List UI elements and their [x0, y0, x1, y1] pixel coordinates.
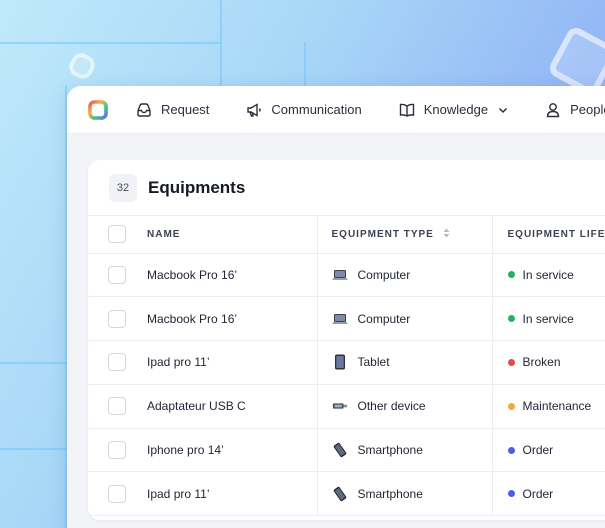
column-header-type[interactable]: EQUIPMENT TYPE [316, 216, 492, 254]
row-select-cell [88, 340, 147, 385]
column-header-label: EQUIPMENT LIFEC [507, 228, 605, 240]
status-label: In service [522, 311, 574, 326]
status-dot [507, 358, 515, 366]
row-checkbox[interactable] [108, 265, 126, 284]
equipment-type: Tablet [357, 355, 390, 370]
status-label: Maintenance [522, 399, 592, 414]
book-icon [398, 101, 416, 119]
row-checkbox[interactable] [108, 441, 126, 460]
equipment-name: Iphone pro 14’ [147, 428, 317, 473]
nav-item-knowledge[interactable]: Knowledge [398, 101, 508, 119]
nav-item-label: Knowledge [423, 102, 489, 117]
row-select-cell [88, 253, 147, 298]
card-header: 32 Equipments [88, 160, 605, 216]
smartphone-icon [332, 486, 348, 502]
equipment-type: Computer [357, 311, 411, 326]
equipment-name: Macbook Pro 16’ [147, 253, 317, 298]
equipments-card: 32 Equipments NAME EQUIPMENT TYPE EQUIPM… [88, 160, 605, 520]
nav-item-label: Communication [271, 102, 362, 117]
bg-grid-line [0, 362, 67, 364]
nav-item-label: People [570, 102, 605, 117]
select-all-checkbox[interactable] [108, 225, 126, 244]
equipment-type-cell: Smartphone [316, 471, 492, 517]
lifecycle-cell: Maintenance [491, 384, 605, 429]
equipment-type: Computer [357, 267, 411, 282]
nav-item-communication[interactable]: Communication [245, 101, 362, 119]
row-select-cell [88, 384, 147, 429]
laptop-icon [332, 311, 348, 327]
select-all-cell [88, 216, 147, 254]
equipment-type-cell: Smartphone [316, 428, 492, 473]
top-navigation: Request Communication Knowledge People [67, 86, 605, 134]
table-header-row: NAME EQUIPMENT TYPE EQUIPMENT LIFEC [88, 216, 605, 254]
row-checkbox[interactable] [108, 309, 126, 328]
column-header-name[interactable]: NAME [147, 216, 317, 254]
row-select-cell [88, 471, 147, 517]
tablet-icon [332, 354, 348, 370]
megaphone-icon [245, 101, 263, 119]
laptop-icon [332, 267, 348, 283]
equipment-type-cell: Computer [316, 296, 492, 342]
table-row[interactable]: Macbook Pro 16’ Computer In service [88, 296, 605, 342]
chevron-down-icon [498, 105, 508, 115]
bg-grid-line [0, 42, 220, 44]
equipment-type-cell: Tablet [316, 340, 492, 385]
status-dot [507, 315, 515, 323]
status-dot [507, 271, 515, 279]
lifecycle-cell: In service [491, 253, 605, 298]
lifecycle-cell: Order [491, 428, 605, 473]
app-window: Request Communication Knowledge People [67, 86, 605, 528]
lifecycle-cell: Order [491, 471, 605, 517]
table-row[interactable]: Macbook Pro 16’ Computer In service [88, 253, 605, 298]
table-row[interactable]: Iphone pro 14’ Smartphone Order [88, 428, 605, 473]
column-header-label: EQUIPMENT TYPE [331, 228, 434, 240]
lifecycle-cell: In service [491, 296, 605, 342]
status-label: Broken [522, 355, 561, 370]
decorative-cube [65, 49, 99, 83]
sort-icon[interactable] [443, 228, 450, 241]
status-dot [507, 402, 515, 410]
inbox-icon [135, 101, 153, 119]
page-title: Equipments [148, 177, 246, 197]
row-select-cell [88, 428, 147, 473]
nav-item-request[interactable]: Request [135, 101, 209, 119]
app-logo[interactable] [87, 99, 109, 121]
column-header-lifecycle[interactable]: EQUIPMENT LIFEC [491, 216, 605, 254]
equipments-table: NAME EQUIPMENT TYPE EQUIPMENT LIFEC Macb… [88, 216, 605, 517]
table-row[interactable]: Ipad pro 11’ Tablet Broken [88, 340, 605, 385]
status-label: Order [522, 443, 554, 458]
bg-grid-line [304, 42, 306, 86]
count-badge: 32 [109, 173, 137, 202]
person-icon [544, 101, 562, 119]
status-label: Order [522, 486, 554, 501]
row-checkbox[interactable] [108, 397, 126, 416]
row-checkbox[interactable] [108, 484, 126, 503]
equipment-type-cell: Computer [316, 253, 492, 298]
bg-grid-line [0, 448, 67, 450]
equipment-type: Other device [357, 399, 426, 414]
status-dot [507, 490, 515, 498]
equipment-type: Smartphone [357, 486, 423, 501]
nav-item-label: Request [161, 102, 210, 117]
smartphone-icon [332, 442, 348, 458]
equipment-name: Ipad pro 11’ [147, 471, 317, 517]
status-label: In service [522, 267, 574, 282]
equipment-type-cell: Other device [316, 384, 492, 429]
row-select-cell [88, 296, 147, 342]
row-checkbox[interactable] [108, 353, 126, 372]
column-header-label: NAME [147, 228, 181, 240]
lifecycle-cell: Broken [491, 340, 605, 385]
bg-grid-line [220, 0, 222, 86]
table-row[interactable]: Adaptateur USB C Other device Maintenanc… [88, 384, 605, 429]
nav-item-people[interactable]: People [544, 101, 605, 119]
equipment-name: Macbook Pro 16’ [147, 296, 317, 342]
equipment-type: Smartphone [357, 443, 423, 458]
equipment-name: Ipad pro 11’ [147, 340, 317, 385]
adapter-icon [332, 398, 348, 414]
equipment-name: Adaptateur USB C [147, 384, 317, 429]
status-dot [507, 446, 515, 454]
table-row[interactable]: Ipad pro 11’ Smartphone Order [88, 471, 605, 517]
